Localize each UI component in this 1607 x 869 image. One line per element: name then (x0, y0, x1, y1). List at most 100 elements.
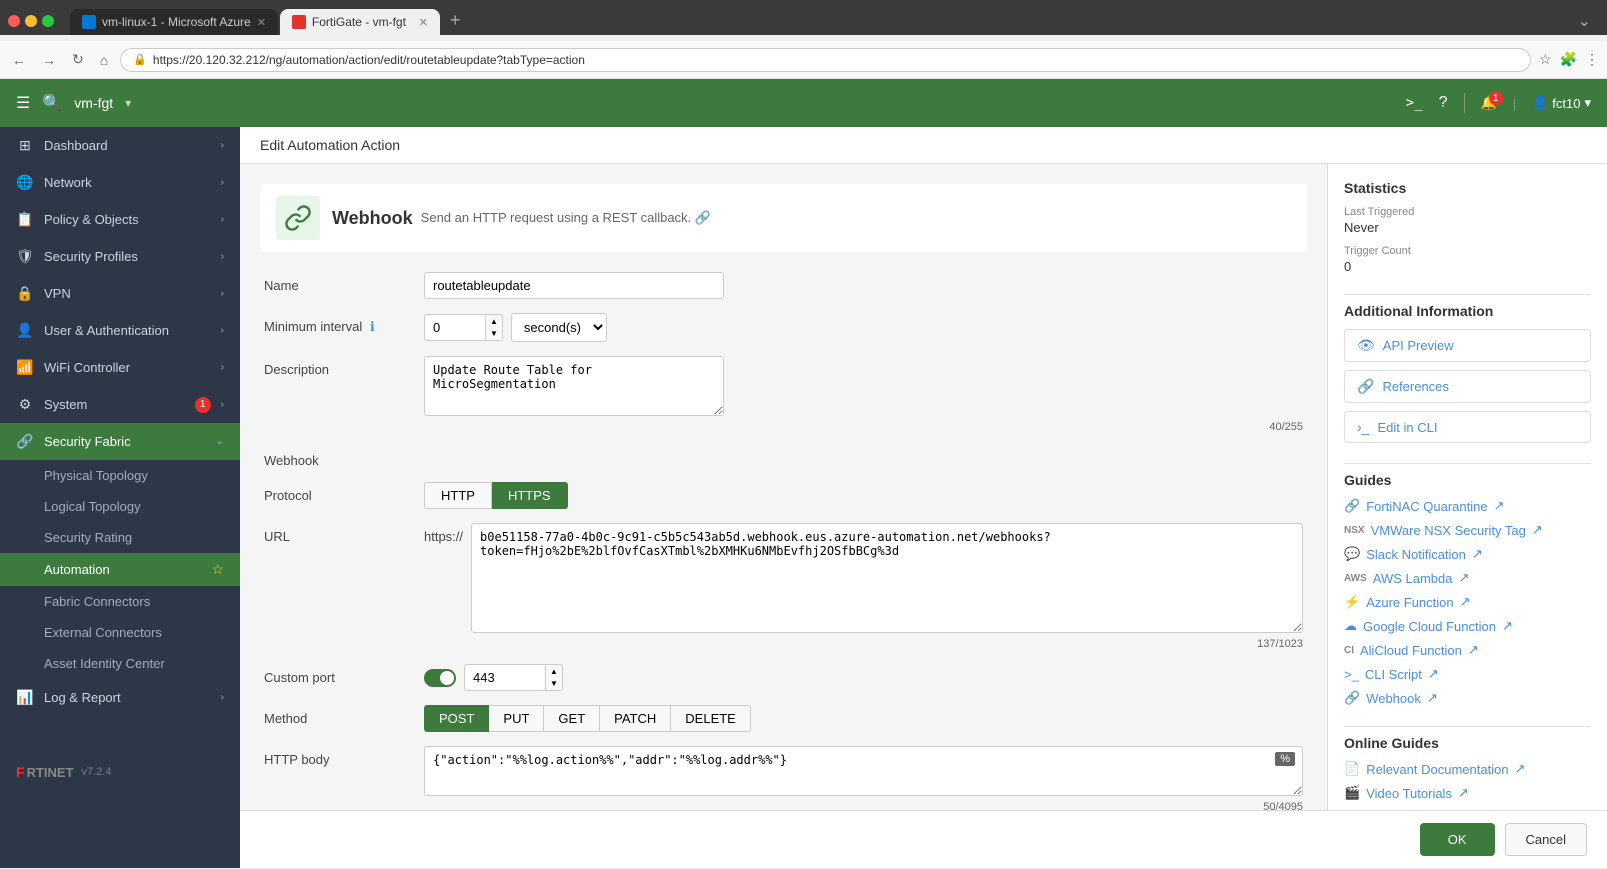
version-label: v7.2.4 (82, 766, 112, 778)
custom-port-toggle[interactable] (424, 669, 456, 687)
guide-webhook[interactable]: 🔗 Webhook ↗ (1344, 690, 1591, 706)
method-get-btn[interactable]: GET (544, 705, 600, 732)
sidebar-item-security-profiles[interactable]: 🛡 Security Profiles › (0, 238, 240, 275)
sidebar-item-policy[interactable]: 📋 Policy & Objects › (0, 201, 240, 238)
forward-btn[interactable]: → (38, 48, 60, 72)
guide-azure[interactable]: ⚡ Azure Function ↗ (1344, 594, 1591, 610)
percent-insert-btn[interactable]: % (1275, 752, 1295, 766)
system-icon: ⚙ (16, 396, 34, 413)
http-body-control: {"action":"%%log.action%%","addr":"%%log… (424, 746, 1303, 810)
edit-cli-btn[interactable]: ›_ Edit in CLI (1344, 411, 1591, 443)
maximize-window-btn[interactable] (42, 15, 54, 27)
sidebar-item-log-report[interactable]: 📊 Log & Report › (0, 679, 240, 716)
ali-ext-icon: ↗ (1468, 642, 1479, 658)
close-window-btn[interactable] (8, 15, 20, 27)
tab-fortigate-close[interactable]: ✕ (419, 16, 428, 29)
browser-nav: ← → ↻ ⌂ 🔒 https://20.120.32.212/ng/autom… (0, 41, 1607, 79)
webhook-guide-icon: 🔗 (1344, 690, 1360, 706)
ok-button[interactable]: OK (1420, 823, 1495, 856)
security-fabric-arrow: ⌄ (216, 436, 224, 447)
guide-slack[interactable]: 💬 Slack Notification ↗ (1344, 546, 1591, 562)
guide-nsx[interactable]: NSX VMWare NSX Security Tag ↗ (1344, 522, 1591, 538)
method-patch-btn[interactable]: PATCH (600, 705, 671, 732)
menu-icon[interactable]: ⋮ (1585, 51, 1599, 68)
cancel-button[interactable]: Cancel (1505, 823, 1587, 856)
relevant-docs-link[interactable]: 📄 Relevant Documentation ↗ (1344, 761, 1591, 777)
guide-alicloud[interactable]: CI AliCloud Function ↗ (1344, 642, 1591, 658)
guide-fortinac[interactable]: 🔗 FortiNAC Quarantine ↗ (1344, 498, 1591, 514)
extension-icon[interactable]: 🧩 (1560, 51, 1577, 68)
guide-gcp[interactable]: ☁ Google Cloud Function ↗ (1344, 618, 1591, 634)
http-body-row: HTTP body {"action":"%%log.action%%","ad… (260, 746, 1307, 810)
port-up-btn[interactable]: ▲ (546, 666, 562, 678)
window-expand-btn[interactable]: ⌄ (1578, 11, 1599, 31)
url-input[interactable]: b0e51158-77a0-4b0c-9c91-c5b5c543ab5d.web… (471, 523, 1303, 633)
bookmark-icon[interactable]: ☆ (1539, 51, 1552, 68)
name-input[interactable] (424, 272, 724, 299)
interval-down-btn[interactable]: ▼ (486, 328, 502, 340)
user-icon: 👤 (1532, 95, 1548, 111)
http-body-input[interactable]: {"action":"%%log.action%%","addr":"%%log… (424, 746, 1303, 796)
tab-fortigate[interactable]: FortiGate - vm-fgt ✕ (280, 9, 440, 35)
guide-aws[interactable]: AWS AWS Lambda ↗ (1344, 570, 1591, 586)
back-btn[interactable]: ← (8, 48, 30, 72)
guide-cli[interactable]: >_ CLI Script ↗ (1344, 666, 1591, 682)
header-search-btn[interactable]: 🔍 (42, 93, 62, 113)
sidebar-subitem-physical-topology[interactable]: Physical Topology (0, 460, 240, 491)
sidebar-subitem-asset-identity[interactable]: Asset Identity Center (0, 648, 240, 679)
hamburger-menu-btn[interactable]: ☰ (16, 93, 30, 113)
description-control: Update Route Table for MicroSegmentation… (424, 356, 1303, 433)
user-menu-btn[interactable]: 👤 fct10 ▾ (1532, 95, 1591, 111)
method-post-btn[interactable]: POST (424, 705, 489, 732)
interval-help-icon[interactable]: ℹ (370, 319, 375, 334)
sidebar-subitem-automation[interactable]: Automation ☆ (0, 553, 240, 586)
sidebar-item-user-auth[interactable]: 👤 User & Authentication › (0, 312, 240, 349)
protocol-http-btn[interactable]: HTTP (424, 482, 492, 509)
method-put-btn[interactable]: PUT (489, 705, 544, 732)
sidebar-item-security-fabric[interactable]: 🔗 Security Fabric ⌄ (0, 423, 240, 460)
notification-bell[interactable]: 🔔 1 (1481, 95, 1497, 111)
sidebar-item-vpn[interactable]: 🔒 VPN › (0, 275, 240, 312)
log-report-arrow: › (221, 692, 224, 703)
sidebar-subitem-logical-topology[interactable]: Logical Topology (0, 491, 240, 522)
description-input[interactable]: Update Route Table for MicroSegmentation (424, 356, 724, 416)
tab-azure[interactable]: vm-linux-1 - Microsoft Azure ✕ (70, 9, 278, 35)
minimize-window-btn[interactable] (25, 15, 37, 27)
port-input[interactable] (465, 665, 545, 690)
video-tutorials-link[interactable]: 🎬 Video Tutorials ↗ (1344, 785, 1591, 801)
home-btn[interactable]: ⌂ (96, 48, 112, 72)
refresh-btn[interactable]: ↻ (68, 47, 88, 72)
interval-up-btn[interactable]: ▲ (486, 316, 502, 328)
sidebar-item-wifi[interactable]: 📶 WiFi Controller › (0, 349, 240, 386)
port-down-btn[interactable]: ▼ (546, 678, 562, 690)
tab-azure-close[interactable]: ✕ (257, 16, 266, 29)
device-chevron[interactable]: ▾ (125, 96, 131, 110)
sidebar-subitem-external-connectors[interactable]: External Connectors (0, 617, 240, 648)
sidebar-item-network[interactable]: 🌐 Network › (0, 164, 240, 201)
protocol-https-btn[interactable]: HTTPS (492, 482, 568, 509)
api-preview-btn[interactable]: 👁 API Preview (1344, 329, 1591, 362)
sidebar-subitem-fabric-connectors[interactable]: Fabric Connectors (0, 586, 240, 617)
aws-label: AWS Lambda (1373, 571, 1453, 586)
dashboard-icon: ⊞ (16, 137, 34, 154)
sidebar-subitem-security-rating[interactable]: Security Rating (0, 522, 240, 553)
address-bar[interactable]: 🔒 https://20.120.32.212/ng/automation/ac… (120, 48, 1531, 72)
fabric-connectors-label: Fabric Connectors (44, 594, 150, 609)
terminal-btn[interactable]: >_ (1406, 95, 1423, 111)
interval-unit-select[interactable]: second(s) (511, 313, 607, 342)
browser-actions: ☆ 🧩 ⋮ (1539, 51, 1599, 68)
references-btn[interactable]: 🔗 References (1344, 370, 1591, 403)
panel-divider-2 (1344, 463, 1591, 464)
webhook-header-text: Webhook Send an HTTP request using a RES… (332, 208, 711, 229)
sidebar-item-system[interactable]: ⚙ System 1 › (0, 386, 240, 423)
interval-label: Minimum interval ℹ (264, 313, 424, 335)
sidebar-item-dashboard[interactable]: ⊞ Dashboard › (0, 127, 240, 164)
webhook-external-link[interactable]: 🔗 (695, 210, 711, 225)
tab-fortigate-label: FortiGate - vm-fgt (312, 15, 406, 29)
help-btn[interactable]: ? (1439, 94, 1448, 112)
new-tab-btn[interactable]: + (442, 6, 469, 35)
panel-divider-1 (1344, 294, 1591, 295)
name-label: Name (264, 272, 424, 293)
method-delete-btn[interactable]: DELETE (671, 705, 751, 732)
interval-input[interactable] (425, 315, 485, 340)
